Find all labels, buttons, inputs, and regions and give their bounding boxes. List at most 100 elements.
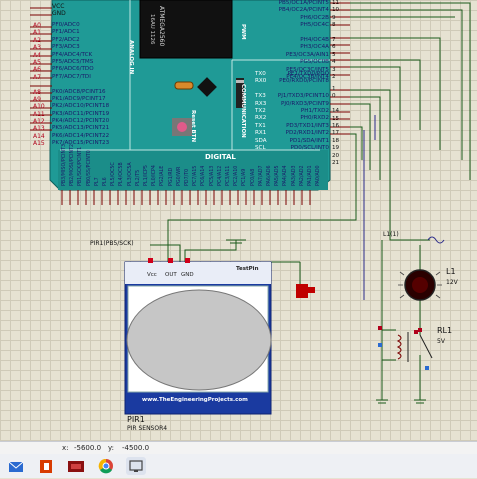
pir-pin-vcc: Vcc: [147, 272, 157, 278]
port-label: PH6/OC2B: [300, 14, 329, 21]
pin-a5: A5: [33, 58, 41, 66]
pin-number: 11: [332, 0, 340, 6]
port-label: PK4/ADC12/PCINT20: [52, 118, 110, 125]
office-icon[interactable]: [36, 457, 56, 475]
proteus-icon[interactable]: [66, 457, 86, 475]
lamp-net-label: L1(1): [383, 231, 399, 238]
port-label: PH4/OC4B: [300, 36, 329, 43]
port-label: PK2/ADC10/PCINT18: [52, 103, 110, 110]
port-label: PE3/OC3A/AIN1: [285, 51, 329, 58]
digital-port-label: PB0/SS/PCINT0: [86, 150, 92, 186]
relay-ref: RL1: [437, 326, 453, 335]
mail-icon[interactable]: [6, 457, 26, 475]
pin-number: 18: [332, 137, 340, 144]
digital-port-label: PL6: [103, 177, 108, 186]
digital-label: DIGITAL: [205, 153, 236, 161]
chip-label: ATMEGA2560: [158, 6, 165, 47]
comm-label: TX1: [255, 122, 266, 129]
pin-number: 2: [332, 73, 336, 80]
port-label: PF6/ADC6/TDO: [52, 66, 94, 73]
chrome-icon[interactable]: [96, 457, 116, 475]
digital-port-label: PC7/A15: [193, 165, 199, 186]
digital-port-label: PC3/A11: [226, 165, 231, 186]
chip-sub-label: 16AU 1126: [149, 14, 155, 45]
digital-port-label: PA5/AD5: [275, 165, 281, 186]
port-label: PD0/SCL/INT0: [290, 144, 329, 151]
pin-number: 10: [332, 7, 340, 14]
port-label: PK1/ADC9/PCINT17: [52, 95, 106, 102]
comm-label: TX0: [255, 71, 266, 77]
port-label: PB5/OC1A/PCINT5: [278, 0, 329, 6]
pin-number: 19: [332, 145, 340, 152]
pin-number: 1: [332, 86, 336, 92]
port-label: PH3/OC4A: [300, 44, 329, 51]
port-label: PH1/TXD2: [300, 107, 329, 114]
pin-number: 6: [332, 44, 336, 51]
pin-number: 14: [332, 108, 340, 115]
comm-label: TX3: [255, 93, 266, 100]
digital-port-label: PB1/SCK/PCINT1: [78, 146, 84, 186]
pin-a2: A2: [33, 36, 41, 44]
pin-number: 20: [332, 152, 340, 159]
digital-port-label: PC1/A9: [242, 168, 248, 186]
pin-number: 3: [332, 66, 336, 73]
port-label: [279, 30, 329, 37]
digital-port-label: PA0/AD0: [316, 165, 322, 186]
port-label: PF1/ADC1: [52, 29, 80, 36]
digital-port-label: PA6/AD6: [267, 165, 272, 186]
pir-website: www.TheEngineeringProjects.com: [142, 397, 248, 403]
comm-label: SCL: [255, 144, 266, 151]
digital-port-label: PC6/A14: [201, 165, 207, 186]
pir-test-pin-label: TestPin: [236, 266, 259, 272]
port-label: PK3/ADC11/PCINT19: [52, 110, 110, 117]
y-coord-label: y:: [108, 444, 114, 452]
digital-port-label: PA4/AD4: [283, 165, 289, 186]
digital-port-label: PG1/RD: [168, 167, 174, 186]
x-coord-value: -5600.0: [74, 444, 102, 452]
comm-label: RX2: [255, 115, 267, 122]
port-label: PD3/TXD1/INT3: [286, 122, 329, 129]
ac-source: [427, 236, 445, 244]
digital-port-label: PA2/AD2: [299, 165, 305, 186]
pwm-port-names: PB5/OC1A/PCINT5 PB4/OC2A/PCINT4 PH6/OC2B…: [279, 0, 329, 81]
pin-a10: A10: [33, 103, 45, 111]
pin-number: 4: [332, 59, 336, 66]
relay-value: 5V: [437, 338, 445, 345]
analog-port-names: PF0/ADC0 PF1/ADC1 PF2/ADC2 PF3/ADC3 PF4/…: [52, 22, 109, 148]
port-label: PE1/TXD0/PDO: [287, 71, 329, 77]
port-label: PK5/ADC13/PCINT21: [52, 125, 110, 132]
pwm-label: PWM: [240, 24, 246, 40]
comm-label: RX3: [255, 100, 267, 107]
comm-short-labels: TX0 RX0 TX3 RX3 TX2 RX2 TX1 RX1 SDA SCL: [255, 71, 267, 152]
taskbar: x: -5600.0 y: -4500.0: [0, 441, 477, 478]
communication-label: COMMUNICATION: [240, 84, 246, 138]
x-coord-label: x:: [62, 444, 69, 452]
digital-port-label: PL7: [94, 177, 100, 186]
pin-number: 7: [332, 36, 336, 43]
schematic-canvas[interactable]: VCC GND A0 A1 A2 A3 A4 A5 A6 A7 A8 A9 A1…: [0, 0, 477, 441]
digital-port-label: PB2/MOSI/PCINT2: [70, 143, 76, 186]
digital-port-label: PL5/OC5C: [111, 162, 117, 186]
lamp-ref: L1: [446, 267, 456, 276]
gnd-label: GND: [52, 10, 66, 17]
pin-a3: A3: [33, 44, 41, 52]
y-coord-value: -4500.0: [122, 444, 150, 452]
comm-port-names: PE1/TXD0/PDO PE0/RXD0/PCINT8 PJ1/TXD3/PC…: [278, 71, 329, 152]
status-bar: x: -5600.0 y: -4500.0: [0, 442, 477, 454]
port-label: PD2/RXD1/INT2: [285, 130, 329, 137]
pin-a15: A15: [33, 140, 45, 148]
digital-port-label: PG2/ALE: [160, 165, 166, 186]
port-label: PJ0/RXD3/PCINT9: [280, 100, 329, 107]
pin-a6: A6: [33, 66, 41, 74]
digital-pin-stubs: [61, 190, 311, 205]
port-label: PG5/OC0B: [300, 59, 329, 66]
pin-a7: A7: [33, 73, 41, 81]
digital-port-names: PB3/MISO/PCINT3 PB2/MOSI/PCINT2 PB1/SCK/PC…: [58, 144, 328, 190]
analog-pin-names: A0 A1 A2 A3 A4 A5 A6 A7 A8 A9 A10 A11 A1…: [0, 22, 50, 148]
pin-a13: A13: [33, 125, 45, 133]
pin-number: 8: [332, 22, 336, 29]
screen-icon[interactable]: [126, 457, 146, 475]
pin-a8: A8: [33, 88, 41, 96]
reset-button-cap: [177, 122, 187, 132]
port-label: PJ1/TXD3/PCINT10: [277, 93, 329, 100]
